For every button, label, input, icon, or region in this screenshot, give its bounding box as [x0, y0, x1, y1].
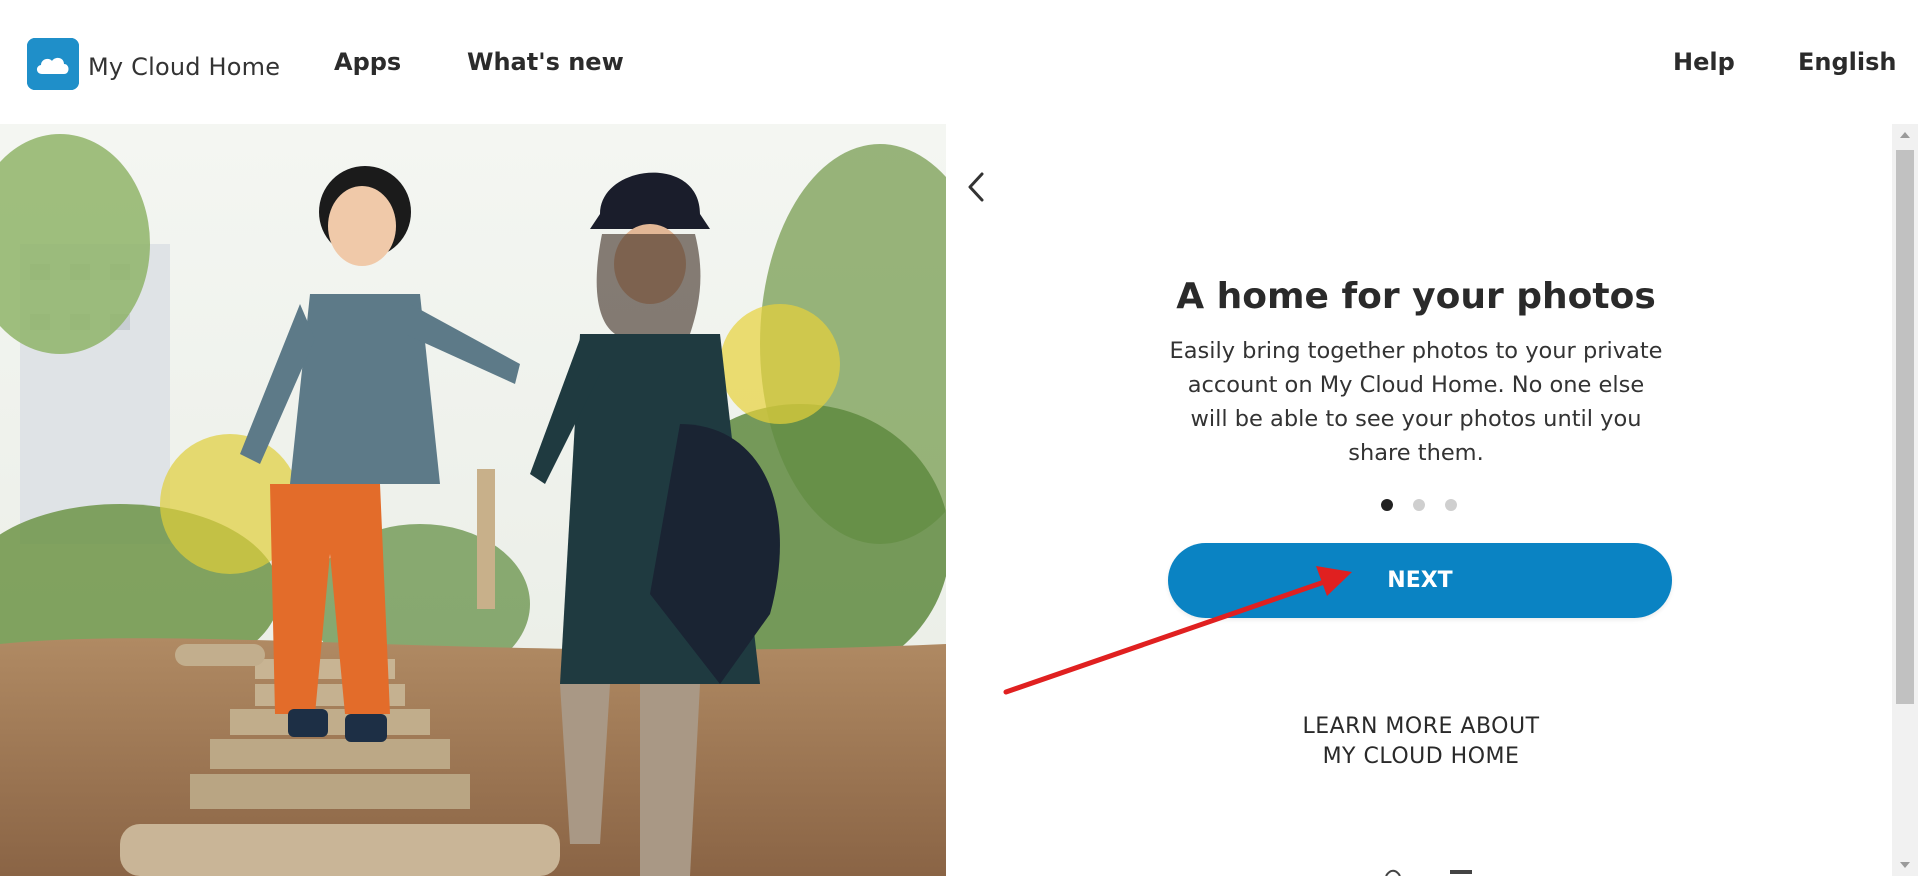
- nav-help-link[interactable]: Help: [1673, 48, 1735, 76]
- brand-logo[interactable]: My Cloud Home: [27, 38, 280, 90]
- nav-whats-new-link[interactable]: What's new: [467, 48, 624, 76]
- carousel-dot-1[interactable]: [1381, 499, 1393, 511]
- carousel-indicator: [946, 499, 1892, 511]
- app-store-icons-partial: [1385, 869, 1472, 876]
- language-selector[interactable]: English: [1798, 48, 1896, 76]
- page-scrollbar[interactable]: [1892, 124, 1918, 876]
- nav-apps-link[interactable]: Apps: [334, 48, 401, 76]
- carousel-dot-3[interactable]: [1445, 499, 1457, 511]
- learn-more-link[interactable]: LEARN MORE ABOUT MY CLOUD HOME: [1226, 712, 1616, 772]
- scroll-thumb[interactable]: [1896, 150, 1914, 704]
- onboarding-panel: A home for your photos Easily bring toge…: [946, 124, 1892, 876]
- next-button[interactable]: NEXT: [1168, 543, 1672, 618]
- top-header: My Cloud Home Apps What's new Help Engli…: [0, 0, 1918, 124]
- carousel-dot-2[interactable]: [1413, 499, 1425, 511]
- chevron-left-icon[interactable]: [962, 168, 992, 206]
- hero-photo: [0, 124, 946, 876]
- learn-more-line-2: MY CLOUD HOME: [1322, 744, 1520, 769]
- learn-more-line-1: LEARN MORE ABOUT: [1302, 714, 1540, 739]
- slide-title: A home for your photos: [1176, 276, 1656, 317]
- slide-description: Easily bring together photos to your pri…: [1169, 338, 1663, 466]
- brand-name: My Cloud Home: [88, 53, 281, 81]
- cloud-logo-icon: [27, 38, 79, 90]
- scroll-up-arrow-icon[interactable]: [1900, 132, 1910, 138]
- scroll-down-arrow-icon[interactable]: [1900, 862, 1910, 868]
